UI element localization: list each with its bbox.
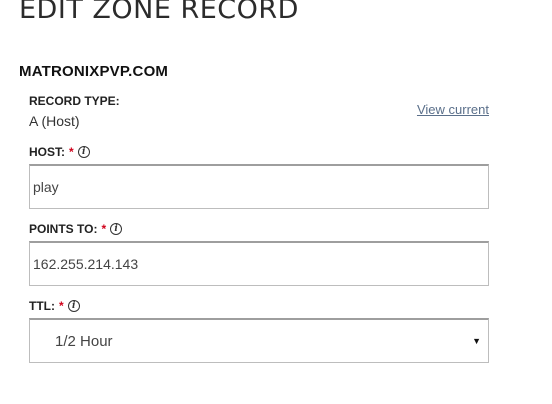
points-to-label-text: POINTS TO: xyxy=(29,222,98,236)
ttl-label: TTL: * i xyxy=(29,299,80,313)
points-to-input[interactable] xyxy=(29,241,489,286)
host-label: HOST: * i xyxy=(29,145,90,159)
ttl-select[interactable]: 1/2 Hour ▼ xyxy=(29,318,489,363)
view-current-link[interactable]: View current xyxy=(417,102,489,117)
points-to-label: POINTS TO: * i xyxy=(29,222,123,236)
chevron-down-icon: ▼ xyxy=(472,336,481,346)
host-required-star: * xyxy=(69,145,74,159)
edit-zone-record-page: EDIT ZONE RECORD MATRONIXPVP.COM RECORD … xyxy=(0,0,552,404)
points-to-info-icon[interactable]: i xyxy=(110,223,123,235)
record-type-label: RECORD TYPE: xyxy=(29,94,120,108)
page-title: EDIT ZONE RECORD xyxy=(19,0,299,25)
ttl-info-icon[interactable]: i xyxy=(67,300,80,312)
ttl-selected-value: 1/2 Hour xyxy=(55,332,113,350)
host-label-text: HOST: xyxy=(29,145,65,159)
points-to-required-star: * xyxy=(101,222,107,236)
host-info-icon[interactable]: i xyxy=(77,146,90,158)
record-type-value: A (Host) xyxy=(29,113,80,129)
ttl-required-star: * xyxy=(59,299,64,313)
domain-name: MATRONIXPVP.COM xyxy=(19,63,169,80)
ttl-label-text: TTL: xyxy=(29,299,55,313)
host-input[interactable] xyxy=(29,164,489,209)
record-type-label-text: RECORD TYPE: xyxy=(29,94,120,108)
